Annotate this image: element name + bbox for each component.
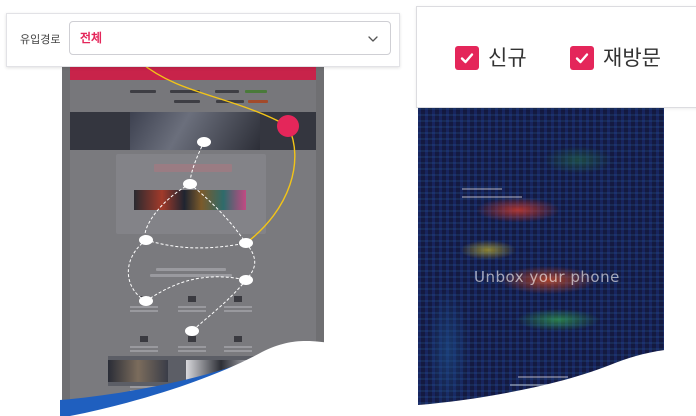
select-value: 전체 xyxy=(80,31,103,45)
chevron-down-icon xyxy=(368,36,378,42)
filter-label: 유입경로 xyxy=(20,33,61,46)
flow-node xyxy=(139,235,153,245)
flow-node xyxy=(239,275,253,285)
traffic-source-filter: 유입경로 전체 xyxy=(6,13,400,67)
flow-node xyxy=(183,179,197,189)
check-icon xyxy=(460,53,474,64)
flow-path-primary xyxy=(139,61,289,127)
flow-node xyxy=(139,296,153,306)
legend-label-new: 신규 xyxy=(488,46,527,70)
heatmap-text: Unbox your phone xyxy=(474,268,620,286)
checkbox-returning[interactable] xyxy=(570,46,594,70)
check-icon xyxy=(575,53,589,64)
flow-node xyxy=(239,238,253,248)
visitor-type-legend: 신규 재방문 xyxy=(416,6,696,108)
flow-node xyxy=(197,137,211,147)
flow-entry-marker xyxy=(277,115,299,137)
legend-label-returning: 재방문 xyxy=(603,46,661,70)
flow-path-secondary xyxy=(245,125,296,244)
legend-item-returning[interactable]: 재방문 xyxy=(570,45,661,71)
legend-item-new[interactable]: 신규 xyxy=(455,45,527,71)
flow-node xyxy=(185,326,199,336)
heatmap-preview: Unbox your phone xyxy=(418,100,664,416)
checkbox-new[interactable] xyxy=(455,46,479,70)
screenshot-stage: Unbox your phone 유입경로 전체 신규 재방문 xyxy=(0,0,696,416)
traffic-source-select[interactable]: 전체 xyxy=(69,21,391,55)
